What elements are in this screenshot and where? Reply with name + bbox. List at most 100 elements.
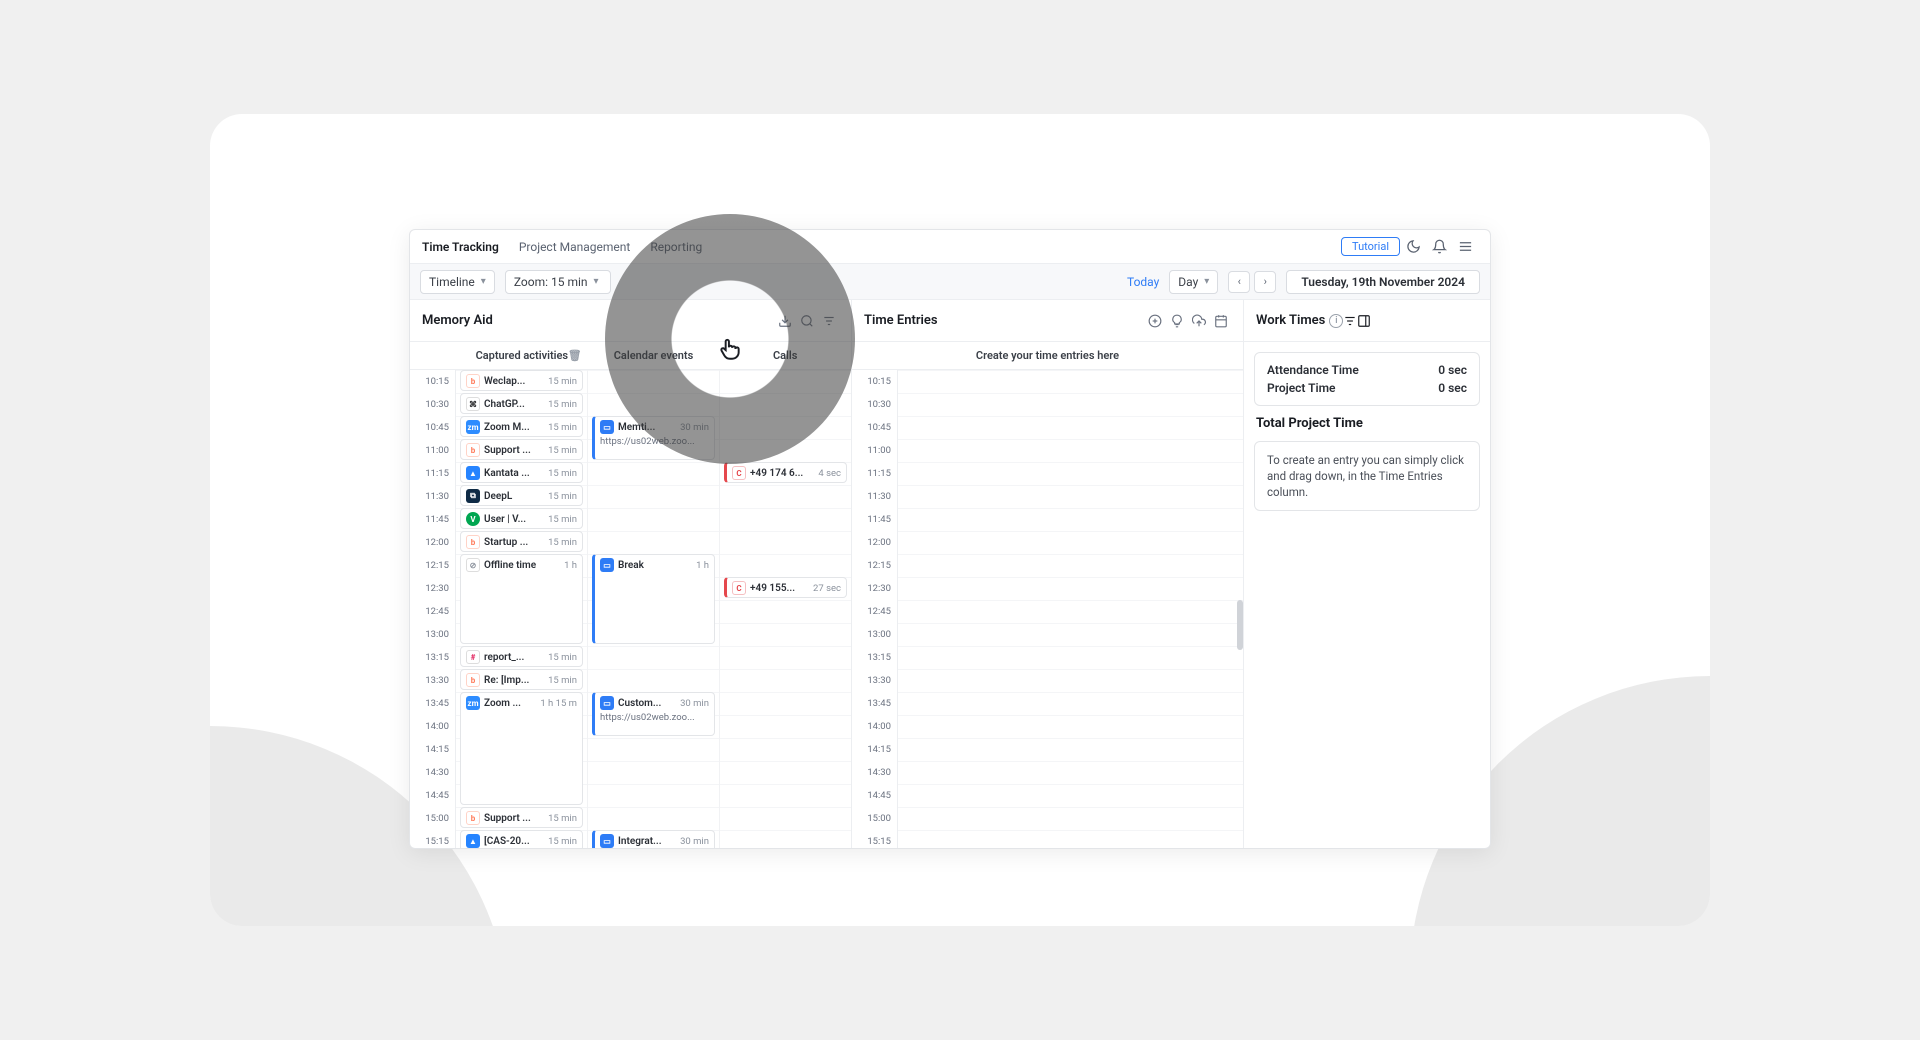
view-select[interactable]: Timeline▾	[420, 270, 495, 294]
time-tick: 10:45	[410, 416, 456, 439]
event-title: Weclap...	[484, 376, 544, 387]
time-tick: 11:45	[852, 508, 898, 531]
event-duration: 1 h 15 m	[540, 698, 577, 709]
cap-event[interactable]: VUser | V...15 min	[460, 508, 583, 529]
event-duration: 15 min	[548, 836, 577, 847]
time-tick: 11:00	[410, 439, 456, 462]
event-duration: 15 min	[548, 491, 577, 502]
settings-icon[interactable]	[1343, 314, 1357, 328]
event-title: report_...	[484, 652, 544, 663]
time-tick: 13:15	[410, 646, 456, 669]
memory-aid-pane: Memory Aid Captured activities🗑 Calendar…	[410, 300, 852, 848]
event-title: Support ...	[484, 813, 544, 824]
tab-reporting[interactable]: Reporting	[650, 240, 702, 254]
time-tick: 10:30	[410, 393, 456, 416]
time-tick: 14:45	[410, 784, 456, 807]
calendar-icon[interactable]	[1211, 311, 1231, 331]
tab-project-management[interactable]: Project Management	[519, 240, 630, 254]
event-title: Custom...	[618, 698, 676, 709]
deepl-icon: ⧉	[466, 489, 480, 503]
tab-time-tracking[interactable]: Time Tracking	[422, 240, 499, 254]
entries-area[interactable]	[898, 370, 1243, 848]
cap-event[interactable]: zmZoom ...1 h 15 m	[460, 692, 583, 805]
next-button[interactable]: ›	[1254, 271, 1276, 293]
event-duration: 15 min	[548, 399, 577, 410]
zoom-select[interactable]: Zoom: 15 min▾	[505, 270, 611, 294]
work-summary-card: Attendance Time0 sec Project Time0 sec	[1254, 352, 1480, 406]
event-title: Startup ...	[484, 537, 544, 548]
event-subtitle: https://us02web.zoo...	[600, 712, 709, 723]
cal-event[interactable]: ▭Custom...30 minhttps://us02web.zoo...	[592, 692, 715, 736]
search-icon[interactable]	[797, 311, 817, 331]
memory-aid-title: Memory Aid	[422, 313, 493, 328]
cap-event[interactable]: #report_...15 min	[460, 646, 583, 667]
time-tick: 11:15	[410, 462, 456, 485]
time-tick: 12:00	[410, 531, 456, 554]
time-entries-title: Time Entries	[864, 313, 938, 328]
cap-event[interactable]: bStartup ...15 min	[460, 531, 583, 552]
work-times-title: Work Times	[1256, 313, 1325, 328]
top-nav: Time Tracking Project Management Reporting…	[410, 230, 1490, 264]
cal-event[interactable]: ▭Memti...30 minhttps://us02web.zoo...	[592, 416, 715, 460]
cap-event[interactable]: ⧉DeepL15 min	[460, 485, 583, 506]
expand-icon[interactable]	[1357, 314, 1371, 328]
add-icon[interactable]	[1145, 311, 1165, 331]
range-select[interactable]: Day▾	[1169, 270, 1218, 294]
event-title: Integrat...	[618, 836, 676, 847]
hubspot-icon: b	[466, 535, 480, 549]
offline-icon: ⊘	[466, 558, 480, 572]
time-tick: 10:15	[852, 370, 898, 393]
project-time-label: Project Time	[1267, 381, 1336, 395]
info-icon[interactable]: i	[1329, 314, 1343, 328]
calls-col-head: Calls	[719, 349, 851, 362]
time-tick: 13:30	[410, 669, 456, 692]
attendance-label: Attendance Time	[1267, 363, 1359, 377]
cap-event[interactable]: ⊘Offline time1 h	[460, 554, 583, 644]
event-title: Offline time	[484, 560, 560, 571]
cap-event[interactable]: ▲Kantata ...15 min	[460, 462, 583, 483]
call-icon: C	[732, 466, 746, 480]
download-icon[interactable]	[775, 311, 795, 331]
event-duration: 27 sec	[813, 583, 841, 594]
filter-icon[interactable]	[819, 311, 839, 331]
atlassian-icon: ▲	[466, 834, 480, 848]
bulb-icon[interactable]	[1167, 311, 1187, 331]
time-tick: 15:00	[852, 807, 898, 830]
moon-icon[interactable]	[1400, 234, 1426, 260]
cap-event[interactable]: bSupport ...15 min	[460, 439, 583, 460]
prev-button[interactable]: ‹	[1228, 271, 1250, 293]
time-tick: 15:15	[852, 830, 898, 848]
menu-icon[interactable]	[1452, 234, 1478, 260]
time-tick: 13:15	[852, 646, 898, 669]
call-event[interactable]: C+49 155...27 sec	[724, 577, 847, 598]
event-duration: 15 min	[548, 675, 577, 686]
time-tick: 11:45	[410, 508, 456, 531]
event-title: Zoom M...	[484, 422, 544, 433]
cap-event[interactable]: zmZoom M...15 min	[460, 416, 583, 437]
chevron-down-icon: ▾	[481, 276, 486, 287]
atlassian-icon: ▲	[466, 466, 480, 480]
entries-subhead: Create your time entries here	[852, 342, 1243, 370]
zoom-icon: zm	[466, 420, 480, 434]
cal-event[interactable]: ▭Break1 h	[592, 554, 715, 644]
tutorial-button[interactable]: Tutorial	[1341, 237, 1400, 256]
event-title: User | V...	[484, 514, 544, 525]
time-tick: 14:30	[852, 761, 898, 784]
time-entries-pane: Time Entries Create your time entries he…	[852, 300, 1244, 848]
cap-event[interactable]: ⌘ChatGP...15 min	[460, 393, 583, 414]
cal-event[interactable]: ▭Integrat...30 minhttps://us02web.zoo...	[592, 830, 715, 848]
event-duration: 30 min	[680, 698, 709, 709]
trash-icon[interactable]: 🗑	[568, 349, 582, 362]
time-tick: 13:45	[410, 692, 456, 715]
upload-icon[interactable]	[1189, 311, 1209, 331]
today-link[interactable]: Today	[1127, 275, 1159, 289]
date-display[interactable]: Tuesday, 19th November 2024	[1286, 270, 1480, 294]
scrollbar-thumb[interactable]	[1237, 600, 1243, 650]
cap-event[interactable]: ▲[CAS-20...15 min	[460, 830, 583, 848]
time-tick: 14:15	[852, 738, 898, 761]
call-event[interactable]: C+49 174 6...4 sec	[724, 462, 847, 483]
cap-event[interactable]: bSupport ...15 min	[460, 807, 583, 828]
cap-event[interactable]: bWeclap...15 min	[460, 370, 583, 391]
cap-event[interactable]: bRe: [Imp...15 min	[460, 669, 583, 690]
bell-icon[interactable]	[1426, 234, 1452, 260]
